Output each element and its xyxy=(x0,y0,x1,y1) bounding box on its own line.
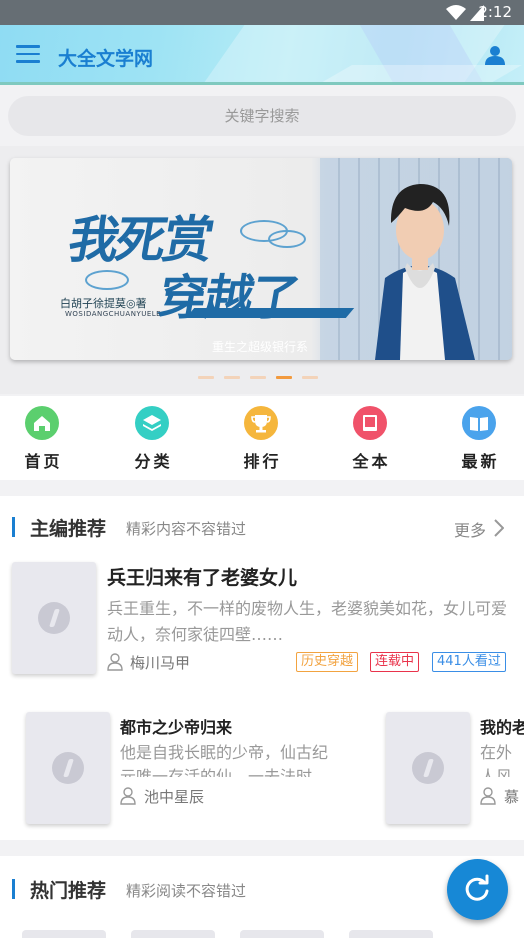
book-author: 梅川马甲 xyxy=(130,654,191,672)
more-link[interactable]: 更多 xyxy=(454,517,486,541)
app-bar: 大全文学网 xyxy=(0,25,524,85)
author-icon xyxy=(120,787,136,805)
carousel-dot-active[interactable] xyxy=(276,376,292,379)
refresh-button[interactable] xyxy=(447,859,508,920)
placeholder-logo-icon xyxy=(412,752,444,784)
home-icon xyxy=(25,406,59,440)
book-title[interactable]: 都市之少帝归来 xyxy=(120,714,232,738)
chevron-right-icon[interactable] xyxy=(494,519,504,537)
book-cover[interactable] xyxy=(26,712,110,824)
book-icon xyxy=(353,406,387,440)
book-description: 兵王重生，不一样的废物人生，老婆貌美如花，女儿可爱动人，奈何家徒四壁…… xyxy=(107,599,508,644)
category-ranking[interactable]: 排行 xyxy=(231,406,291,472)
book-cover[interactable] xyxy=(386,712,470,824)
carousel-indicator xyxy=(198,376,328,380)
banner-author: 白胡子徐提莫◎著 xyxy=(60,297,147,310)
carousel-dot[interactable] xyxy=(250,376,266,379)
section-title: 主编推荐 xyxy=(30,518,107,540)
book-cover[interactable] xyxy=(12,562,96,674)
status-time: 2:12 xyxy=(478,3,512,21)
carousel-dot[interactable] xyxy=(198,376,214,379)
book-cover[interactable] xyxy=(349,930,433,938)
search-input[interactable]: 关键字搜索 xyxy=(8,96,516,136)
category-label: 最新 xyxy=(461,452,500,471)
editor-picks-section: 主编推荐 精彩内容不容错过 更多 兵王归来有了老婆女儿 兵王重生，不一样的废物人… xyxy=(0,496,524,840)
category-label: 全本 xyxy=(352,452,391,471)
book-author: 池中星辰 xyxy=(144,788,205,806)
open-book-icon xyxy=(462,406,496,440)
refresh-icon xyxy=(465,874,489,901)
status-bar: 2:12 xyxy=(0,0,524,25)
user-icon[interactable] xyxy=(484,44,506,66)
category-latest[interactable]: 最新 xyxy=(449,406,509,472)
category-label: 排行 xyxy=(243,452,282,471)
book-title[interactable]: 兵王归来有了老婆女儿 xyxy=(107,563,297,590)
book-cover[interactable] xyxy=(22,930,106,938)
section-header: 主编推荐 精彩内容不容错过 更多 xyxy=(0,514,524,540)
book-description: 在外人风光 xyxy=(480,743,513,777)
banner-slide[interactable]: 我死赏 穿越了 白胡子徐提莫◎著 WOSIDANGCHUANYUELE 重生之超… xyxy=(10,158,512,360)
carousel-dot[interactable] xyxy=(224,376,240,379)
category-label: 首页 xyxy=(24,452,63,471)
book-author: 慕 xyxy=(504,788,520,806)
category-label: 分类 xyxy=(134,452,173,471)
section-title: 热门推荐 xyxy=(30,880,107,902)
category-classify[interactable]: 分类 xyxy=(122,406,182,472)
banner-caption: 重生之超级银行系 xyxy=(212,340,309,354)
hot-picks-section: 热门推荐 精彩阅读不容错过 xyxy=(0,856,524,938)
category-home[interactable]: 首页 xyxy=(12,406,72,472)
book-description: 他是自我长眠的少帝，仙古纪元唯一存活的仙，一去法时 xyxy=(120,743,329,777)
placeholder-logo-icon xyxy=(52,752,84,784)
views-tag: 441人看过 xyxy=(432,652,506,672)
menu-icon[interactable] xyxy=(16,45,40,65)
author-icon xyxy=(480,787,496,805)
wifi-icon xyxy=(446,5,466,20)
app-title: 大全文学网 xyxy=(58,48,154,70)
book-cover[interactable] xyxy=(240,930,324,938)
banner-pinyin: WOSIDANGCHUANYUELE xyxy=(65,310,162,318)
book-cover[interactable] xyxy=(131,930,215,938)
author-icon xyxy=(107,653,123,671)
genre-tag: 历史穿越 xyxy=(296,652,359,672)
section-subtitle: 精彩阅读不容错过 xyxy=(126,882,247,900)
banner-character-illustration xyxy=(375,184,475,360)
trophy-icon xyxy=(244,406,278,440)
banner-carousel: 我死赏 穿越了 白胡子徐提莫◎著 WOSIDANGCHUANYUELE 重生之超… xyxy=(0,146,524,394)
section-header: 热门推荐 精彩阅读不容错过 xyxy=(0,876,524,902)
placeholder-logo-icon xyxy=(38,602,70,634)
book-title[interactable]: 我的老 xyxy=(480,714,524,738)
layers-icon xyxy=(135,406,169,440)
category-complete[interactable]: 全本 xyxy=(340,406,400,472)
status-tag: 连载中 xyxy=(370,652,420,672)
carousel-dot[interactable] xyxy=(302,376,318,379)
section-subtitle: 精彩内容不容错过 xyxy=(126,520,247,538)
category-nav: 首页 分类 排行 全本 最新 xyxy=(0,396,524,480)
